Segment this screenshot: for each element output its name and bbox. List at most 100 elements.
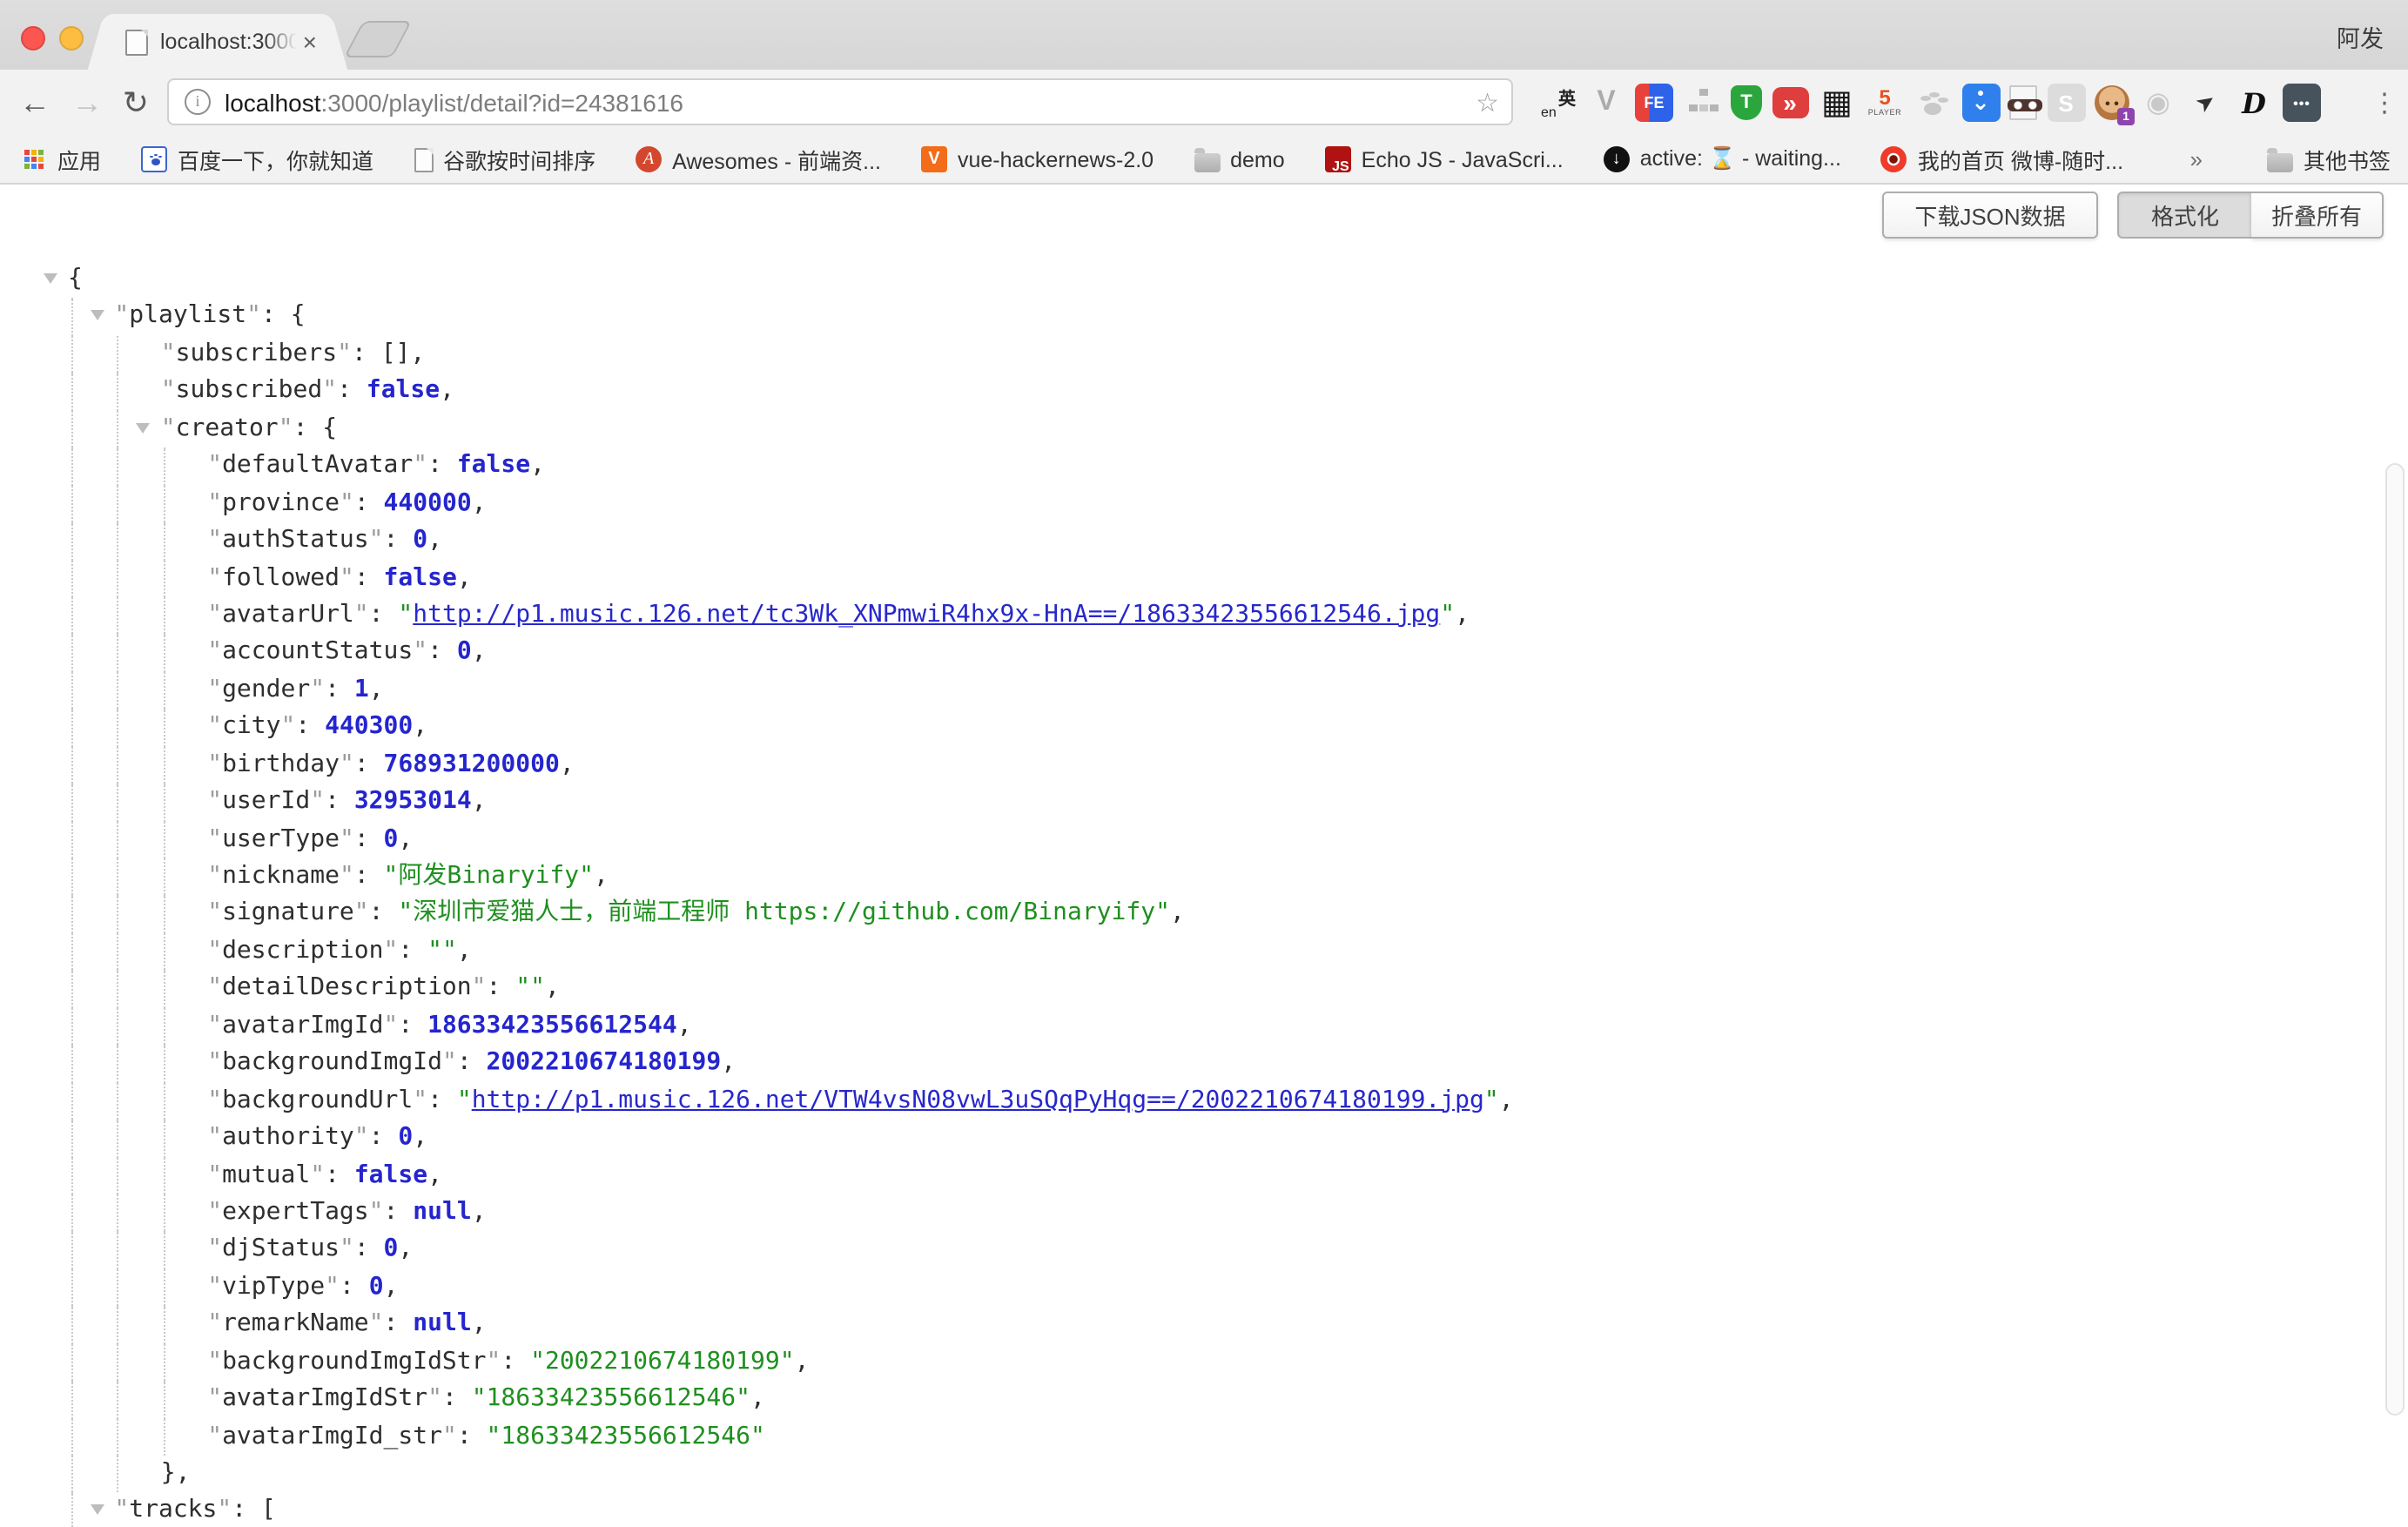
close-window-button[interactable] [21, 26, 45, 50]
browser-toolbar: ← → ↻ i localhost:3000/playlist/detail?i… [0, 70, 2408, 136]
json-token: " [279, 414, 293, 442]
indent-guide [117, 485, 118, 522]
json-line: "backgroundImgIdStr": "2002210674180199"… [0, 1343, 2408, 1381]
json-token: " [207, 601, 222, 629]
reload-button[interactable]: ↻ [115, 70, 157, 136]
indent-guide [71, 784, 72, 821]
indent-guide [164, 1120, 165, 1157]
weibo-gray-icon[interactable]: ◉ [2139, 84, 2177, 122]
translate-icon[interactable]: 英en [1539, 84, 1577, 122]
bookmark-demo[interactable]: demo [1194, 147, 1285, 172]
collapse-triangle-icon[interactable] [137, 423, 151, 441]
json-line: "subscribed": false, [0, 373, 2408, 411]
bookmark-echojs[interactable]: JSEcho JS - JavaScri... [1325, 146, 1564, 172]
paw-icon[interactable] [1914, 84, 1952, 122]
json-token: " [530, 974, 545, 1002]
collapse-all-button[interactable]: 折叠所有 [2251, 192, 2384, 239]
url-text[interactable]: localhost:3000/playlist/detail?id=243816… [225, 88, 683, 116]
json-key: authStatus [222, 526, 369, 554]
s-icon[interactable]: S [2047, 84, 2085, 122]
json-token: : [369, 601, 399, 629]
indent-guide [71, 896, 72, 933]
json-link[interactable]: http://p1.music.126.net/tc3Wk_XNPmwiR4hx… [413, 601, 1440, 629]
indent-guide [117, 1381, 118, 1418]
weibo-icon [1881, 146, 1907, 172]
bookmark-star-icon[interactable]: ☆ [1476, 86, 1499, 118]
collapse-triangle-icon[interactable] [44, 273, 57, 291]
apps-icon [21, 146, 47, 172]
json-token: , [545, 974, 560, 1002]
indent-guide [164, 1045, 165, 1082]
indent-guide [71, 858, 72, 896]
minimize-window-button[interactable] [59, 26, 84, 50]
json-token: , [472, 1198, 487, 1226]
bookmark-active[interactable]: ↓active: ⌛ - waiting... [1604, 146, 1841, 172]
profile-name[interactable]: 阿发 [2337, 19, 2384, 54]
html5-player-icon[interactable]: 5PLAYER [1866, 84, 1904, 122]
bookmark-baidu[interactable]: 百度一下，你就知道 [141, 143, 373, 176]
collapse-triangle-icon[interactable] [90, 1505, 104, 1523]
bookmarks-overflow-icon[interactable]: » [2190, 146, 2203, 172]
json-link[interactable]: http://p1.music.126.net/VTW4vsN08vwL3uSQ… [472, 1086, 1484, 1113]
json-key: signature [222, 899, 354, 927]
onetab-icon[interactable]: ••• [2283, 84, 2321, 122]
json-token: " [340, 488, 354, 516]
d-icon[interactable]: D [2235, 84, 2273, 122]
json-value: false [384, 563, 457, 591]
json-token: , [384, 1273, 399, 1301]
site-info-icon[interactable]: i [185, 89, 211, 115]
json-token: " [354, 601, 369, 629]
format-button[interactable]: 格式化 [2117, 192, 2253, 239]
json-line: "nickname": "阿发Binaryify", [0, 858, 2408, 896]
json-token: : [427, 638, 457, 666]
indent-guide [164, 784, 165, 821]
json-key: followed [222, 563, 340, 591]
json-value: 0 [369, 1273, 384, 1301]
indent-guide [71, 1307, 72, 1344]
fast-forward-icon[interactable]: » [1772, 87, 1808, 118]
indent-guide [117, 560, 118, 597]
bookmarks-bar: 应用 百度一下，你就知道 谷歌按时间排序 AAwesomes - 前端资... Vvue… [0, 136, 2408, 185]
json-token: " [322, 377, 337, 405]
bookmark-weibo-home[interactable]: 我的首页 微博-随时... [1881, 143, 2123, 176]
tampermonkey-icon[interactable]: • •1 [2095, 85, 2129, 120]
json-line: "userId": 32953014, [0, 784, 2408, 821]
browser-tab[interactable]: localhost:3000/playlist/detail? × [108, 14, 327, 70]
json-token: " [161, 340, 176, 367]
proxy-mask-icon[interactable] [2009, 85, 2037, 120]
json-token: " [207, 1384, 222, 1412]
collapse-triangle-icon[interactable] [90, 311, 104, 328]
json-token: " [413, 451, 427, 479]
bookmark-google-sort[interactable]: 谷歌按时间排序 [414, 143, 595, 176]
address-bar[interactable]: i localhost:3000/playlist/detail?id=2438… [167, 78, 1513, 125]
bookmark-apps[interactable]: 应用 [21, 143, 101, 176]
json-token: " [487, 1422, 501, 1450]
sitemap-icon[interactable] [1683, 84, 1721, 122]
indent-guide [117, 1045, 118, 1082]
shield-t-icon[interactable]: T [1731, 85, 1762, 120]
browser-menu-icon[interactable]: ⋮ [2371, 70, 2398, 136]
bookmark-vue-hackernews[interactable]: Vvue-hackernews-2.0 [921, 146, 1154, 172]
json-token: " [427, 937, 442, 965]
bookmark-awesomes[interactable]: AAwesomes - 前端资... [636, 143, 881, 176]
new-tab-button[interactable] [344, 21, 412, 57]
fe-icon[interactable]: FE [1635, 84, 1673, 122]
json-key: avatarImgId_str [222, 1422, 442, 1450]
json-token: " [354, 1123, 369, 1151]
json-token: , [398, 824, 413, 852]
forward-button[interactable]: → [66, 70, 108, 136]
download-json-button[interactable]: 下载JSON数据 [1882, 192, 2098, 239]
vue-icon[interactable]: V [1587, 84, 1625, 122]
video-download-icon[interactable]: ⌄ [1961, 84, 2000, 122]
other-bookmarks-button[interactable]: 其他书签 [2267, 143, 2391, 176]
back-button[interactable]: ← [14, 70, 56, 136]
json-token: " [487, 1347, 501, 1375]
bird-icon[interactable]: ➤ [2179, 76, 2232, 129]
json-token: " [398, 601, 413, 629]
qr-code-icon[interactable]: ▦ [1818, 84, 1856, 122]
indent-guide [164, 1269, 165, 1307]
json-line: "detailDescription": "", [0, 971, 2408, 1008]
tab-close-icon[interactable]: × [303, 30, 317, 54]
json-key: avatarUrl [222, 601, 354, 629]
scrollbar-thumb[interactable] [2385, 463, 2405, 1416]
